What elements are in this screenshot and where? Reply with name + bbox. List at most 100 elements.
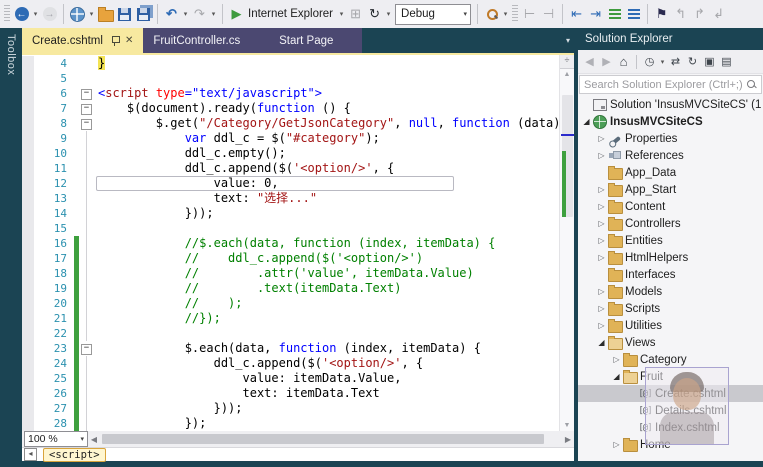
- run-dropdown-icon[interactable]: ▾: [337, 10, 346, 18]
- find-in-files-icon[interactable]: [482, 5, 501, 24]
- outlining-margin[interactable]: [79, 356, 95, 371]
- indicator-margin[interactable]: [22, 71, 34, 86]
- code-line-6[interactable]: 6 − <script type="text/javascript">: [22, 86, 559, 101]
- code-text[interactable]: [95, 71, 559, 86]
- code-line-20[interactable]: 20 // );: [22, 296, 559, 311]
- expand-icon[interactable]: ▷: [596, 304, 607, 313]
- tree-item-utilities[interactable]: ▷ Utilities: [578, 317, 763, 334]
- code-line-23[interactable]: 23 − $.each(data, function (index, itemDa…: [22, 341, 559, 356]
- collapse-all-icon[interactable]: ▣: [701, 53, 718, 70]
- tree-item-interfaces[interactable]: Interfaces: [578, 266, 763, 283]
- editor-vertical-scrollbar[interactable]: ÷ ▲ ▼: [559, 55, 574, 431]
- indicator-margin[interactable]: [22, 101, 34, 116]
- outlining-margin[interactable]: [79, 236, 95, 251]
- code-text[interactable]: }: [95, 56, 559, 71]
- tag-navigator-back-icon[interactable]: ◂: [24, 448, 37, 461]
- forward-icon[interactable]: →: [40, 5, 59, 24]
- redo-dropdown-icon[interactable]: ▾: [209, 10, 218, 18]
- outlining-margin[interactable]: [79, 311, 95, 326]
- tree-item-views[interactable]: ◢ Views: [578, 334, 763, 351]
- scroll-up-icon[interactable]: ▲: [560, 71, 574, 78]
- outlining-margin[interactable]: [79, 221, 95, 236]
- expand-icon[interactable]: ▷: [611, 440, 622, 449]
- indicator-margin[interactable]: [22, 56, 34, 71]
- code-text[interactable]: text: "选择...": [95, 191, 559, 206]
- outlining-margin[interactable]: [79, 251, 95, 266]
- tree-item-htmlhelpers[interactable]: ▷ HtmlHelpers: [578, 249, 763, 266]
- code-text[interactable]: ddl_c.append($('<option/>', {: [95, 356, 559, 371]
- navigate-forward-icon[interactable]: ⊣: [539, 5, 558, 24]
- navigate-backward-icon[interactable]: ⊢: [520, 5, 539, 24]
- code-line-18[interactable]: 18 // .attr('value', itemData.Value): [22, 266, 559, 281]
- outlining-margin[interactable]: [79, 401, 95, 416]
- refresh-icon[interactable]: ↻: [365, 5, 384, 24]
- code-line-12[interactable]: 12 value: 0,: [22, 176, 559, 191]
- code-line-19[interactable]: 19 // .text(itemData.Text): [22, 281, 559, 296]
- scroll-down-icon[interactable]: ▼: [560, 422, 574, 429]
- code-text[interactable]: }));: [95, 401, 559, 416]
- tree-item-app-start[interactable]: ▷ App_Start: [578, 181, 763, 198]
- tree-item-solution-insusmvcsitecs-1[interactable]: Solution 'InsusMVCSiteCS' (1: [578, 96, 763, 113]
- tab-fruitcontroller-cs[interactable]: FruitController.cs: [143, 28, 251, 53]
- indicator-margin[interactable]: [22, 311, 34, 326]
- refresh-icon[interactable]: ↻: [684, 53, 701, 70]
- code-text[interactable]: var ddl_c = $("#category");: [95, 131, 559, 146]
- indicator-margin[interactable]: [22, 206, 34, 221]
- outlining-margin[interactable]: [79, 266, 95, 281]
- outlining-margin[interactable]: [79, 206, 95, 221]
- code-line-5[interactable]: 5: [22, 71, 559, 86]
- code-line-14[interactable]: 14 }));: [22, 206, 559, 221]
- toolbox-tab[interactable]: Toolbox: [0, 28, 22, 461]
- undo-icon[interactable]: ↶: [162, 5, 181, 24]
- run-target-label[interactable]: Internet Explorer: [248, 8, 333, 20]
- toolbar-grip-2[interactable]: [512, 5, 519, 23]
- indicator-margin[interactable]: [22, 386, 34, 401]
- code-editor[interactable]: 4} 5 6− <script type="text/javascript"> 7− $…: [22, 55, 559, 431]
- code-line-28[interactable]: 28 });: [22, 416, 559, 431]
- properties-icon[interactable]: ▤: [718, 53, 735, 70]
- outlining-margin[interactable]: [79, 71, 95, 86]
- indicator-margin[interactable]: [22, 371, 34, 386]
- tree-item-references[interactable]: ▷ References: [578, 147, 763, 164]
- zoom-level-combobox[interactable]: 100 % ▾: [24, 431, 88, 447]
- indicator-margin[interactable]: [22, 221, 34, 236]
- search-input[interactable]: Search Solution Explorer (Ctrl+;): [579, 75, 762, 94]
- code-line-24[interactable]: 24 ddl_c.append($('<option/>', {: [22, 356, 559, 371]
- code-text[interactable]: ddl_c.append($('<option/>', {: [95, 161, 559, 176]
- attach-to-process-icon[interactable]: ⊞: [346, 5, 365, 24]
- home-icon[interactable]: ⌂: [615, 53, 632, 70]
- outlining-margin[interactable]: [79, 296, 95, 311]
- expand-icon[interactable]: ▷: [596, 134, 607, 143]
- tab-overflow-dropdown-icon[interactable]: ▾: [566, 36, 570, 45]
- code-text[interactable]: }));: [95, 206, 559, 221]
- collapse-icon[interactable]: ◢: [611, 372, 622, 381]
- redo-icon[interactable]: ↷: [190, 5, 209, 24]
- refresh-dropdown-icon[interactable]: ▾: [384, 10, 393, 18]
- tree-item-models[interactable]: ▷ Models: [578, 283, 763, 300]
- code-text[interactable]: value: itemData.Value,: [95, 371, 559, 386]
- indicator-margin[interactable]: [22, 236, 34, 251]
- code-text[interactable]: <script type="text/javascript">: [95, 86, 559, 101]
- indicator-margin[interactable]: [22, 161, 34, 176]
- uncomment-selection-icon[interactable]: [624, 5, 643, 24]
- filter-dropdown-icon[interactable]: ▾: [658, 58, 667, 66]
- code-text[interactable]: $(document).ready(function () {: [95, 101, 559, 116]
- expand-icon[interactable]: ▷: [611, 355, 622, 364]
- outlining-margin[interactable]: [79, 416, 95, 431]
- outlining-margin[interactable]: [79, 56, 95, 71]
- collapse-icon[interactable]: ◢: [596, 338, 607, 347]
- indicator-margin[interactable]: [22, 341, 34, 356]
- code-text[interactable]: text: itemData.Text: [95, 386, 559, 401]
- outlining-margin[interactable]: [79, 176, 95, 191]
- solution-explorer-title[interactable]: Solution Explorer: [578, 28, 763, 50]
- sync-with-active-document-icon[interactable]: ⇄: [667, 53, 684, 70]
- close-tab-icon[interactable]: ✕: [125, 35, 133, 46]
- expand-icon[interactable]: ▷: [596, 202, 607, 211]
- find-dropdown-icon[interactable]: ▾: [501, 10, 510, 18]
- code-line-25[interactable]: 25 value: itemData.Value,: [22, 371, 559, 386]
- code-line-8[interactable]: 8 − $.get("/Category/GetJsonCategory", nu…: [22, 116, 559, 131]
- toggle-bookmark-icon[interactable]: ⚑: [652, 5, 671, 24]
- code-text[interactable]: ddl_c.empty();: [95, 146, 559, 161]
- collapse-region-icon[interactable]: −: [81, 104, 92, 115]
- indicator-margin[interactable]: [22, 191, 34, 206]
